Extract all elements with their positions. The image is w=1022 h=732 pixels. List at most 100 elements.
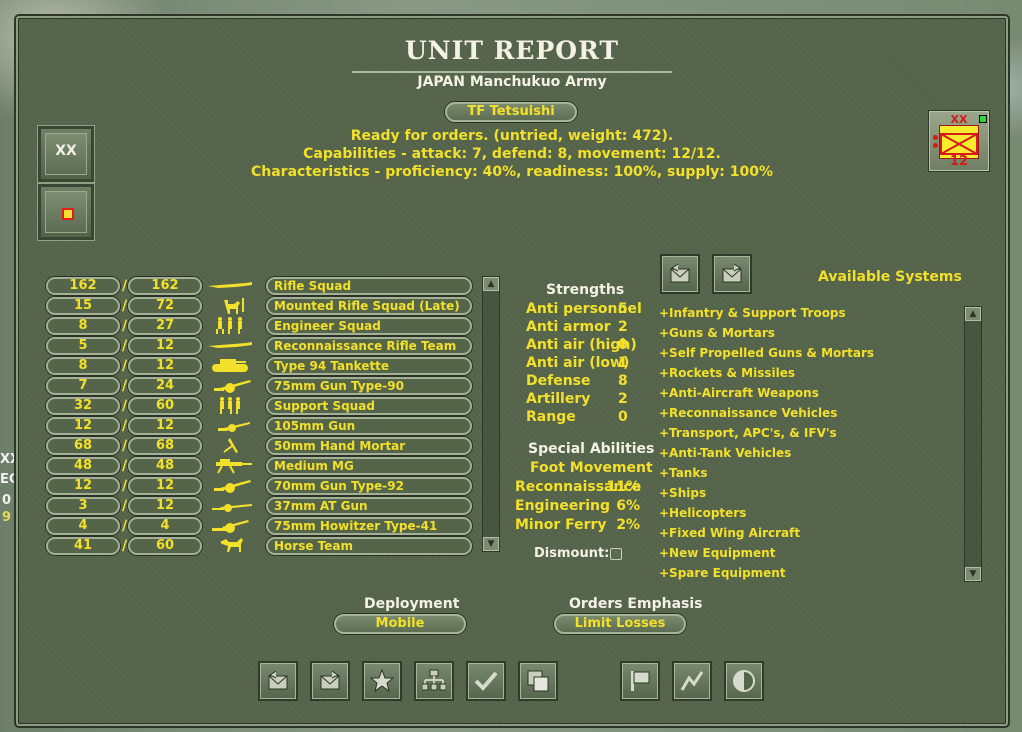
strength-value: 2 xyxy=(618,391,628,407)
current-count: 8 xyxy=(46,357,120,375)
system-category[interactable]: +Rockets & Missiles xyxy=(659,366,874,386)
machine-gun-icon xyxy=(216,459,252,474)
current-count: 32 xyxy=(46,397,120,415)
equipment-name[interactable]: 75mm Howitzer Type-41 xyxy=(266,517,472,535)
deployment-selector[interactable]: Mobile xyxy=(334,614,466,634)
dismount-checkbox[interactable] xyxy=(610,548,622,560)
horse-icon xyxy=(220,538,243,552)
separator: / xyxy=(122,338,128,354)
equipment-name[interactable]: Engineer Squad xyxy=(266,317,472,335)
system-category[interactable]: +Fixed Wing Aircraft xyxy=(659,526,874,546)
equipment-name[interactable]: 70mm Gun Type-92 xyxy=(266,477,472,495)
equipment-name[interactable]: 75mm Gun Type-90 xyxy=(266,377,472,395)
current-count: 5 xyxy=(46,337,120,355)
max-count: 12 xyxy=(128,417,202,435)
ability-value: 6% xyxy=(616,498,640,514)
max-count: 60 xyxy=(128,537,202,555)
unit-select-button[interactable] xyxy=(37,183,95,241)
separator: / xyxy=(122,318,128,334)
equipment-name[interactable]: Medium MG xyxy=(266,457,472,475)
history-button[interactable] xyxy=(672,661,712,701)
at-gun-icon xyxy=(212,504,252,512)
separator: / xyxy=(122,518,128,534)
strength-label: Defense xyxy=(526,373,591,389)
scroll-down-icon[interactable]: ▼ xyxy=(483,537,499,551)
deployment-label: Deployment xyxy=(364,596,460,612)
equipment-name[interactable]: Horse Team xyxy=(266,537,472,555)
system-category[interactable]: +Transport, APC's, & IFV's xyxy=(659,426,874,446)
systems-scrollbar[interactable]: ▲ ▼ xyxy=(964,306,982,582)
system-category[interactable]: +Ships xyxy=(659,486,874,506)
separator: / xyxy=(122,278,128,294)
system-category[interactable]: +Anti-Aircraft Weapons xyxy=(659,386,874,406)
system-category[interactable]: +Self Propelled Guns & Mortars xyxy=(659,346,874,366)
equipment-name[interactable]: Mounted Rifle Squad (Late) xyxy=(266,297,472,315)
prev-system-button[interactable] xyxy=(660,254,700,294)
available-systems-header: Available Systems xyxy=(818,269,962,285)
mortar-icon xyxy=(223,438,238,453)
formation-label: XX xyxy=(55,143,77,159)
equipment-name[interactable]: 105mm Gun xyxy=(266,417,472,435)
leader-button[interactable] xyxy=(362,661,402,701)
next-unit-button[interactable] xyxy=(310,661,350,701)
stack-button[interactable] xyxy=(518,661,558,701)
equipment-name[interactable]: 37mm AT Gun xyxy=(266,497,472,515)
equipment-name[interactable]: 50mm Hand Mortar xyxy=(266,437,472,455)
army-subtitle: JAPAN Manchukuo Army xyxy=(417,74,607,90)
org-chart-icon xyxy=(422,669,446,691)
unit-counter[interactable]: XX 12 xyxy=(928,110,990,172)
next-system-button[interactable] xyxy=(712,254,752,294)
max-count: 4 xyxy=(128,517,202,535)
support-squad-icon xyxy=(220,397,240,414)
current-count: 12 xyxy=(46,477,120,495)
orders-emphasis-selector[interactable]: Limit Losses xyxy=(554,614,686,634)
equipment-scrollbar[interactable]: ▲ ▼ xyxy=(482,276,500,552)
scroll-down-icon[interactable]: ▼ xyxy=(965,567,981,581)
map-fragment-label: 9 xyxy=(2,510,12,525)
current-count: 4 xyxy=(46,517,120,535)
strength-value: 5 xyxy=(618,301,628,317)
system-category[interactable]: +Tanks xyxy=(659,466,874,486)
howitzer-icon xyxy=(212,520,249,533)
equipment-name[interactable]: Rifle Squad xyxy=(266,277,472,295)
max-count: 24 xyxy=(128,377,202,395)
max-count: 12 xyxy=(128,357,202,375)
field-gun-icon xyxy=(214,480,251,493)
separator: / xyxy=(122,538,128,554)
title-divider xyxy=(352,71,672,73)
unit-marker-icon xyxy=(62,208,74,220)
confirm-button[interactable] xyxy=(466,661,506,701)
system-category[interactable]: +Anti-Tank Vehicles xyxy=(659,446,874,466)
equipment-name[interactable]: Reconnaissance Rifle Team xyxy=(266,337,472,355)
system-category[interactable]: +Helicopters xyxy=(659,506,874,526)
stack-icon xyxy=(527,670,549,692)
system-category[interactable]: +Spare Equipment xyxy=(659,566,874,586)
contrast-button[interactable] xyxy=(724,661,764,701)
separator: / xyxy=(122,498,128,514)
max-count: 162 xyxy=(128,277,202,295)
system-category[interactable]: +Guns & Mortars xyxy=(659,326,874,346)
current-count: 162 xyxy=(46,277,120,295)
current-count: 48 xyxy=(46,457,120,475)
equipment-name[interactable]: Type 94 Tankette xyxy=(266,357,472,375)
equipment-name[interactable]: Support Squad xyxy=(266,397,472,415)
systems-list: +Infantry & Support Troops +Guns & Mortar… xyxy=(659,306,874,586)
prev-unit-button[interactable] xyxy=(258,661,298,701)
scroll-up-icon[interactable]: ▲ xyxy=(483,277,499,291)
foot-movement-label: Foot Movement xyxy=(530,460,653,476)
current-count: 41 xyxy=(46,537,120,555)
unit-name-button[interactable]: TF Tetsuishi xyxy=(445,102,577,122)
star-icon xyxy=(370,669,394,693)
engineer-icon xyxy=(216,317,242,334)
system-category[interactable]: +New Equipment xyxy=(659,546,874,566)
objective-button[interactable] xyxy=(620,661,660,701)
strength-label: Anti armor xyxy=(526,319,611,335)
scroll-up-icon[interactable]: ▲ xyxy=(965,307,981,321)
counter-strength-label: 12 xyxy=(949,154,969,169)
formation-button[interactable]: XX xyxy=(37,125,95,183)
system-category[interactable]: +Infantry & Support Troops xyxy=(659,306,874,326)
organization-button[interactable] xyxy=(414,661,454,701)
system-category[interactable]: +Reconnaissance Vehicles xyxy=(659,406,874,426)
rifle-icon xyxy=(208,282,252,288)
next-envelope-icon xyxy=(320,670,340,690)
